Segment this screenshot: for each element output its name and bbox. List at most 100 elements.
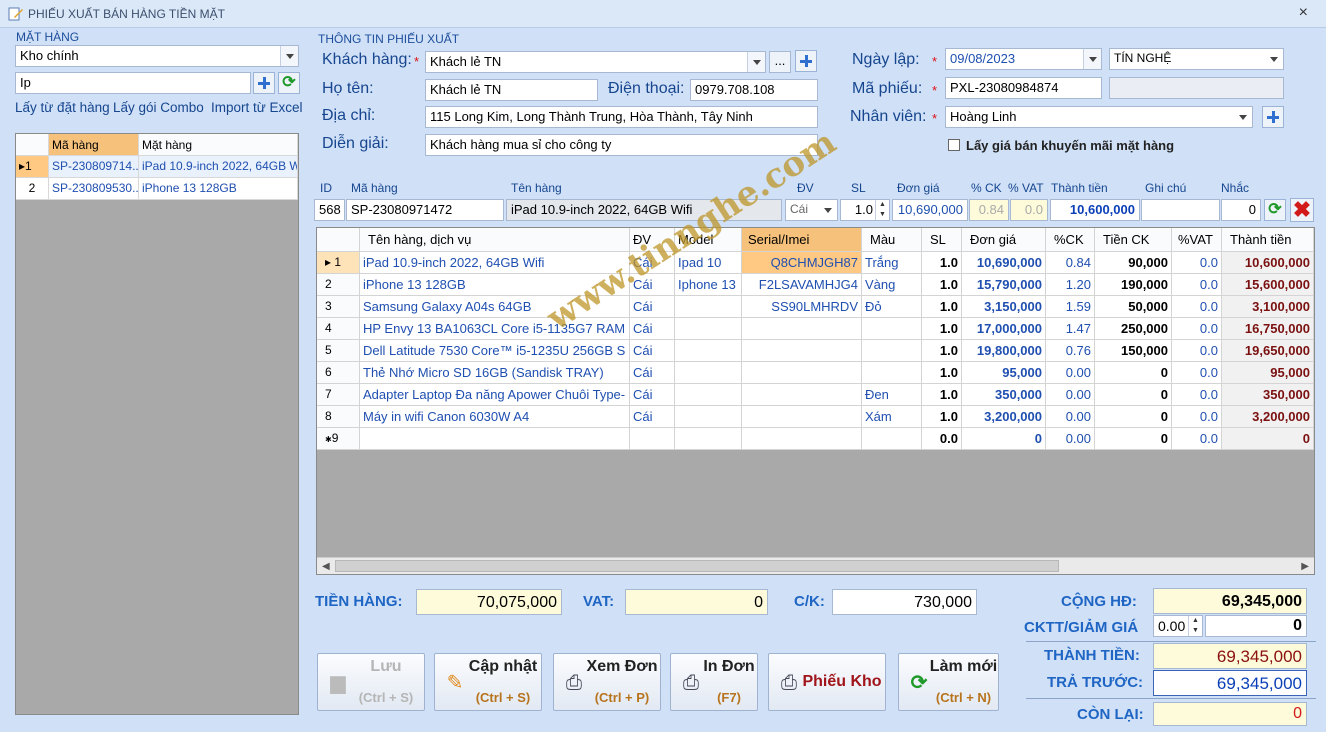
entry-price-field[interactable]: 10,690,000 [892,199,968,221]
cell-vat[interactable]: 0.0 [1172,406,1222,427]
entry-code-field[interactable]: SP-23080971472 [346,199,504,221]
stock-voucher-button[interactable]: ⎙ Phiếu Kho [768,653,886,711]
cell-model[interactable] [675,362,742,383]
header-disc-amount[interactable]: Tiền CK [1095,228,1172,251]
horizontal-scrollbar[interactable]: ◀ ▶ [317,557,1314,574]
cell-name[interactable]: Máy in wifi Canon 6030W A4 [360,406,630,427]
cell-color[interactable] [862,340,922,361]
cell-qty[interactable]: 1.0 [922,274,962,295]
header-vat[interactable]: %VAT [1172,228,1222,251]
table-row[interactable]: 5 Dell Latitude 7530 Core™ i5-1235U 256GB… [317,340,1314,362]
select-all-corner[interactable] [16,134,49,155]
cell-disc[interactable]: 1.47 [1046,318,1095,339]
header-price[interactable]: Đơn giá [962,228,1046,251]
cell-price[interactable]: 95,000 [962,362,1046,383]
table-row[interactable]: 3 Samsung Galaxy A04s 64GB Cái SS90LMHRDV Đỏ… [317,296,1314,318]
scrollbar-thumb[interactable] [335,560,1059,572]
cell-disc-amt[interactable]: 0 [1095,406,1172,427]
update-button[interactable]: ✎ Cập nhật (Ctrl + S) [434,653,542,711]
refresh-icon[interactable]: ⟳ [278,72,300,94]
cktt-amount-field[interactable]: 0 [1205,615,1307,637]
cell-total[interactable]: 10,600,000 [1222,252,1314,273]
scroll-left-icon[interactable]: ◀ [322,561,330,572]
discount-field[interactable]: 730,000 [832,589,977,615]
cell-vat[interactable]: 0.0 [1172,384,1222,405]
cell-color[interactable] [862,318,922,339]
table-row[interactable]: ✱9 0.0 0 0.00 0 0.0 0 [317,428,1314,450]
address-field[interactable]: 115 Long Kim, Long Thành Trung, Hòa Thàn… [425,106,818,128]
cell-qty[interactable]: 1.0 [922,318,962,339]
cell-serial[interactable] [742,362,862,383]
header-name[interactable]: Tên hàng, dịch vụ [360,228,630,251]
cell-disc-amt[interactable]: 90,000 [1095,252,1172,273]
cell-price[interactable]: 10,690,000 [962,252,1046,273]
add-customer-button[interactable] [795,50,817,72]
view-order-button[interactable]: ⎙ Xem Đơn (Ctrl + P) [553,653,661,711]
customer-select[interactable]: Khách lẻ TN [425,51,766,73]
header-item-code[interactable]: Mã hàng [49,134,139,155]
item-grid[interactable]: Mã hàng Mặt hàng ▸1 SP-230809714... iPad… [15,133,299,715]
table-row[interactable]: 2 iPhone 13 128GB Cái Iphone 13 F2LSAVAMHJG4… [317,274,1314,296]
select-all-corner[interactable] [317,228,360,251]
header-qty[interactable]: SL [922,228,962,251]
chevron-down-icon[interactable] [280,46,298,66]
cell-unit[interactable]: Cái [630,384,675,405]
cell-unit[interactable] [630,428,675,449]
cell-disc-amt[interactable]: 250,000 [1095,318,1172,339]
chevron-down-icon[interactable] [747,52,765,72]
header-total[interactable]: Thành tiền [1222,228,1314,251]
cell-vat[interactable]: 0.0 [1172,428,1222,449]
cell-color[interactable] [862,362,922,383]
cell-model[interactable] [675,406,742,427]
chevron-down-icon[interactable] [1234,107,1252,127]
cell-unit[interactable]: Cái [630,406,675,427]
cell-vat[interactable]: 0.0 [1172,274,1222,295]
cell-name[interactable] [360,428,630,449]
chevron-down-icon[interactable] [819,200,837,220]
cell-serial[interactable]: SS90LMHRDV [742,296,862,317]
add-staff-button[interactable] [1262,106,1284,128]
cell-model[interactable] [675,384,742,405]
cell-total[interactable]: 350,000 [1222,384,1314,405]
list-item[interactable]: 2 SP-230809530... iPhone 13 128GB [16,178,298,200]
cell-name[interactable]: Dell Latitude 7530 Core™ i5-1235U 256GB … [360,340,630,361]
cell-model[interactable] [675,318,742,339]
warehouse-select[interactable]: Kho chính [15,45,299,67]
refresh-icon[interactable]: ⟳ [1264,199,1286,221]
date-picker[interactable]: 09/08/2023 [945,48,1102,70]
cell-vat[interactable]: 0.0 [1172,318,1222,339]
cell-price[interactable]: 3,200,000 [962,406,1046,427]
entry-disc-field[interactable]: 0.84 [969,199,1009,221]
cell-color[interactable]: Vàng [862,274,922,295]
cell-name[interactable]: Thẻ Nhớ Micro SD 16GB (Sandisk TRAY) [360,362,630,383]
cell-total[interactable]: 3,100,000 [1222,296,1314,317]
cell-price[interactable]: 350,000 [962,384,1046,405]
cell-vat[interactable]: 0.0 [1172,340,1222,361]
entry-total-field[interactable]: 10,600,000 [1050,199,1140,221]
cell-disc-amt[interactable]: 190,000 [1095,274,1172,295]
entry-remind-field[interactable]: 0 [1221,199,1261,221]
cell-disc-amt[interactable]: 0 [1095,362,1172,383]
from-order-link[interactable]: Lấy từ đặt hàng [15,100,110,115]
cell-vat[interactable]: 0.0 [1172,296,1222,317]
stepper-arrows-icon[interactable]: ▲ ▼ [875,200,889,220]
cell-price[interactable]: 3,150,000 [962,296,1046,317]
cell-disc[interactable]: 0.84 [1046,252,1095,273]
entry-vat-field[interactable]: 0.0 [1010,199,1048,221]
cell-model[interactable] [675,428,742,449]
staff-select[interactable]: Hoàng Linh [945,106,1253,128]
entry-qty-stepper[interactable]: 1.0 ▲ ▼ [840,199,890,221]
cell-color[interactable] [862,428,922,449]
cell-name[interactable]: HP Envy 13 BA1063CL Core i5-1135G7 RAM [360,318,630,339]
scroll-right-icon[interactable]: ▶ [1301,561,1309,572]
phone-field[interactable]: 0979.708.108 [690,79,818,101]
cell-model[interactable] [675,296,742,317]
cell-disc[interactable]: 0.00 [1046,406,1095,427]
cell-qty[interactable]: 1.0 [922,252,962,273]
cell-disc[interactable]: 0.00 [1046,384,1095,405]
cell-serial[interactable] [742,384,862,405]
table-row[interactable]: 8 Máy in wifi Canon 6030W A4 Cái Xám 1.0 3,20… [317,406,1314,428]
cell-unit[interactable]: Cái [630,362,675,383]
print-order-button[interactable]: ⎙ In Đơn (F7) [670,653,758,711]
header-serial[interactable]: Serial/Imei [742,228,862,251]
